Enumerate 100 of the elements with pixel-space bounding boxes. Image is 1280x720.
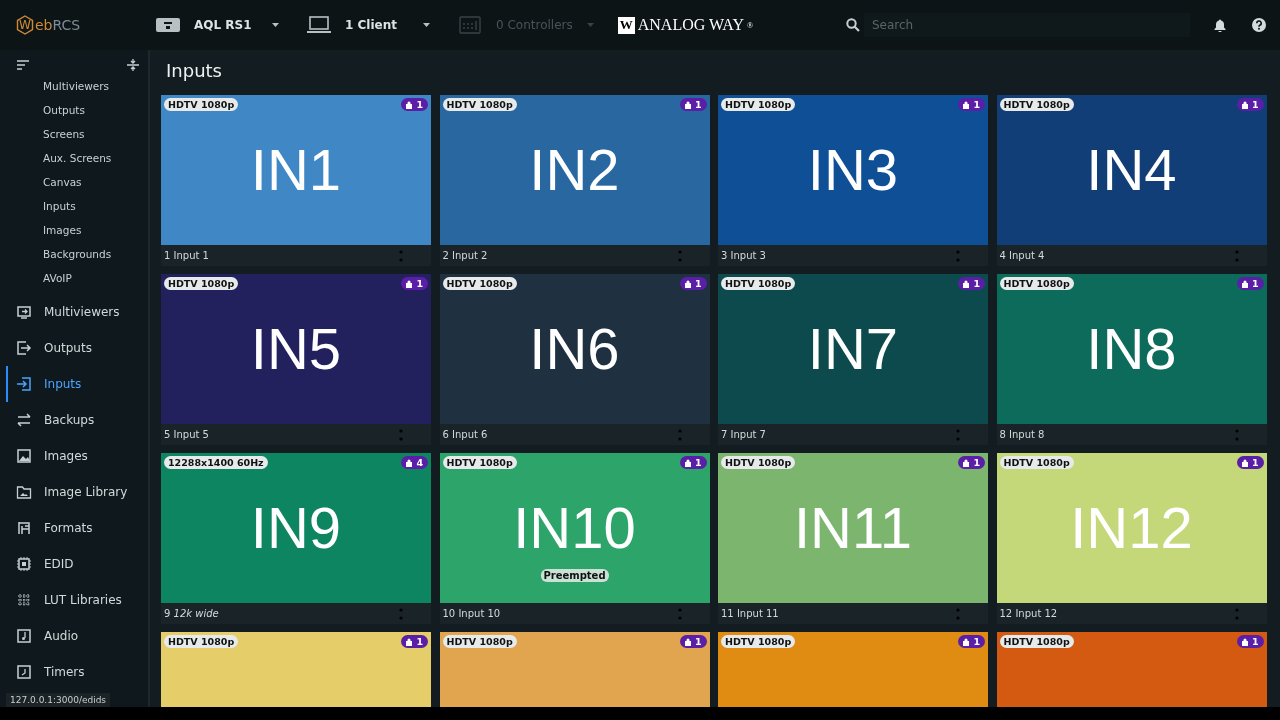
input-preview[interactable]: HDTV 1080p 1 IN4 bbox=[996, 95, 1267, 245]
input-preview[interactable]: HDTV 1080p 1 IN6 bbox=[439, 274, 710, 424]
lock-icon bbox=[406, 637, 413, 646]
layer-count-badge: 1 bbox=[958, 456, 985, 469]
sidebar-item[interactable]: Multiviewers bbox=[6, 294, 148, 330]
more-icon[interactable] bbox=[1234, 248, 1239, 263]
device-selector[interactable]: AQL RS1 bbox=[194, 18, 258, 32]
format-label: HDTV 1080p bbox=[442, 277, 517, 290]
more-icon[interactable] bbox=[1234, 606, 1239, 621]
layer-count-badge: 1 bbox=[679, 456, 707, 469]
input-preview[interactable]: HDTV 1080p 1 IN2 bbox=[439, 95, 710, 245]
layer-count-badge: 1 bbox=[958, 98, 985, 111]
input-preview[interactable]: HDTV 1080p 1 bbox=[161, 632, 431, 707]
input-name: 3 Input 3 bbox=[721, 250, 766, 261]
format-label: HDTV 1080p bbox=[442, 456, 517, 469]
preview-label: IN12 bbox=[1070, 499, 1193, 557]
menu-icon[interactable] bbox=[16, 59, 30, 71]
layer-count-badge: 1 bbox=[958, 277, 985, 290]
layer-count-badge: 1 bbox=[679, 635, 707, 648]
input-preview[interactable]: HDTV 1080p 1 IN10 Preempted bbox=[439, 453, 710, 603]
device-icon bbox=[156, 18, 180, 32]
lock-icon bbox=[963, 458, 970, 467]
submenu-item[interactable]: Backgrounds bbox=[43, 242, 148, 266]
lock-icon bbox=[1241, 637, 1248, 646]
input-preview[interactable]: HDTV 1080p 1 IN1 bbox=[161, 95, 431, 245]
input-name: 12 Input 12 bbox=[999, 608, 1058, 619]
sidebar-item[interactable]: LUT Libraries bbox=[6, 582, 148, 618]
sidebar-item[interactable]: Images bbox=[6, 438, 148, 474]
submenu-item[interactable]: Multiviewers bbox=[43, 74, 148, 98]
lock-icon bbox=[963, 637, 970, 646]
input-name: 8 Input 8 bbox=[999, 429, 1045, 440]
submenu-item[interactable]: Aux. Screens bbox=[43, 146, 148, 170]
laptop-icon bbox=[307, 16, 331, 34]
sidebar-item[interactable]: Image Library bbox=[6, 474, 148, 510]
help-icon bbox=[1252, 18, 1266, 32]
submenu-item[interactable]: Inputs bbox=[43, 194, 148, 218]
submenu-item[interactable]: Outputs bbox=[43, 98, 148, 122]
input-name: 1 Input 1 bbox=[164, 250, 209, 261]
more-icon[interactable] bbox=[1234, 427, 1239, 442]
lock-icon bbox=[1241, 458, 1248, 467]
format-label: HDTV 1080p bbox=[999, 98, 1074, 111]
chip-icon bbox=[16, 556, 32, 572]
input-name: 5 Input 5 bbox=[164, 429, 209, 440]
format-label: HDTV 1080p bbox=[164, 635, 239, 648]
input-preview[interactable]: HDTV 1080p 1 bbox=[996, 632, 1267, 707]
input-name: 9 12k wide bbox=[164, 608, 219, 619]
status-label: Preempted bbox=[540, 569, 609, 582]
input-preview[interactable]: HDTV 1080p 1 IN5 bbox=[161, 274, 431, 424]
sidebar-item[interactable]: Outputs bbox=[6, 330, 148, 366]
format-label: HDTV 1080p bbox=[164, 98, 239, 111]
format-label: HDTV 1080p bbox=[164, 277, 239, 290]
collapse-icon[interactable] bbox=[126, 58, 140, 72]
input-preview[interactable]: HDTV 1080p 1 bbox=[718, 632, 988, 707]
input-preview[interactable]: HDTV 1080p 1 IN3 bbox=[718, 95, 988, 245]
preview-label: IN8 bbox=[1086, 320, 1177, 378]
preview-label: IN5 bbox=[250, 320, 342, 378]
client-selector[interactable]: 1 Client bbox=[345, 18, 409, 32]
input-preview[interactable]: HDTV 1080p 1 IN12 bbox=[996, 453, 1267, 603]
sidebar-item[interactable]: Timers bbox=[6, 654, 148, 690]
input-name: 11 Input 11 bbox=[721, 608, 779, 619]
preview-label: IN6 bbox=[529, 320, 620, 378]
format-label: HDTV 1080p bbox=[999, 456, 1074, 469]
preview-label: IN4 bbox=[1086, 141, 1177, 199]
clock-icon bbox=[16, 664, 32, 680]
sidebar-item[interactable]: Backups bbox=[6, 402, 148, 438]
sidebar-item[interactable]: EDID bbox=[6, 546, 148, 582]
image-icon bbox=[16, 448, 32, 464]
format-label: 12288x1400 60Hz bbox=[164, 456, 268, 469]
submenu-item[interactable]: AVoIP bbox=[43, 266, 148, 290]
sidebar-item[interactable]: Formats bbox=[6, 510, 148, 546]
input-preview[interactable]: HDTV 1080p 1 IN8 bbox=[996, 274, 1267, 424]
preview-label: IN2 bbox=[529, 141, 620, 199]
submenu-item[interactable]: Images bbox=[43, 218, 148, 242]
layer-count-badge: 1 bbox=[679, 277, 707, 290]
input-preview[interactable]: HDTV 1080p 1 IN11 bbox=[718, 453, 988, 603]
more-icon[interactable] bbox=[677, 427, 682, 442]
sidebar-item[interactable]: Inputs bbox=[6, 366, 148, 402]
lock-icon bbox=[684, 279, 691, 288]
sidebar-item[interactable]: Audio bbox=[6, 618, 148, 654]
format-label: HDTV 1080p bbox=[999, 277, 1074, 290]
format-label: HDTV 1080p bbox=[721, 635, 796, 648]
preview-label: IN3 bbox=[807, 141, 899, 199]
input-preview[interactable]: HDTV 1080p 1 bbox=[439, 632, 710, 707]
layer-count-badge: 1 bbox=[401, 277, 428, 290]
input-preview[interactable]: 12288x1400 60Hz 4 IN9 bbox=[161, 453, 431, 603]
submenu-item[interactable]: Canvas bbox=[43, 170, 148, 194]
logo-icon: W bbox=[16, 15, 34, 35]
submenu-item[interactable]: Screens bbox=[43, 122, 148, 146]
layer-count-badge: 4 bbox=[401, 456, 428, 469]
format-label: HDTV 1080p bbox=[721, 98, 796, 111]
search-icon bbox=[846, 18, 860, 32]
search-field[interactable]: Search bbox=[864, 13, 1190, 37]
more-icon[interactable] bbox=[677, 248, 682, 263]
preview-label: IN11 bbox=[793, 499, 913, 557]
caret-icon bbox=[272, 23, 279, 27]
input-preview[interactable]: HDTV 1080p 1 IN7 bbox=[718, 274, 988, 424]
more-icon[interactable] bbox=[677, 606, 682, 621]
layer-count-badge: 1 bbox=[958, 635, 985, 648]
layer-count-badge: 1 bbox=[1236, 98, 1264, 111]
caret-icon bbox=[586, 23, 594, 27]
